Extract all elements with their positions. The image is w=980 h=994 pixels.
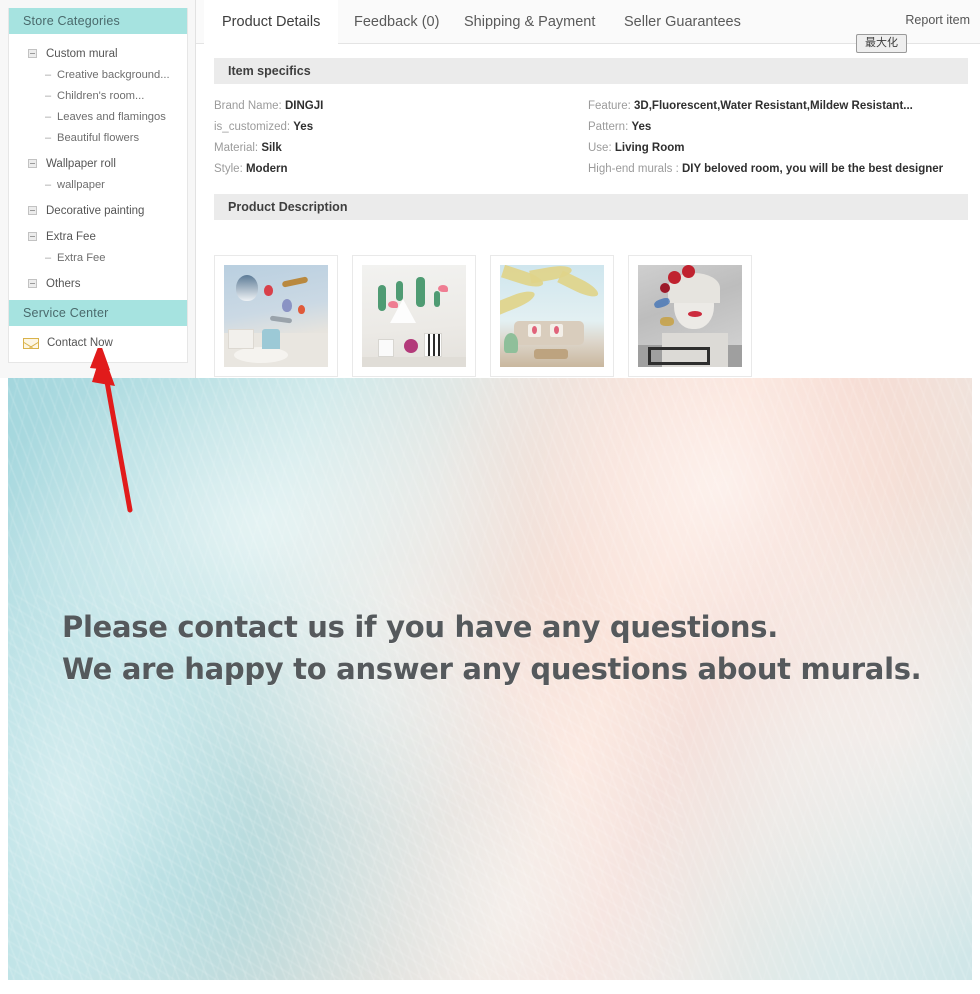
category-label: Extra Fee [46, 230, 96, 243]
tree-collapse-icon[interactable] [28, 232, 37, 241]
tree-dash-icon: – [45, 251, 52, 264]
product-page-top-region: Store Categories Custom mural – Creative… [0, 0, 980, 378]
store-categories-list: Custom mural – Creative background... – … [9, 34, 187, 306]
thumbnail-palm-leaves-living-room[interactable] [490, 255, 614, 377]
item-specifics-right-column: Feature: 3D,Fluorescent,Water Resistant,… [588, 96, 980, 180]
thumbnail-cactus-flamingo[interactable] [352, 255, 476, 377]
spec-value: Modern [245, 163, 288, 175]
tab-seller-guarantees[interactable]: Seller Guarantees [606, 0, 759, 44]
product-content: Product Details Feedback (0) Shipping & … [196, 0, 980, 378]
item-specifics-header: Item specifics [214, 58, 968, 84]
service-center-list: Contact Now [9, 326, 187, 362]
spec-row: Material: Silk [214, 138, 584, 159]
thumbnail-hot-air-balloon-nursery[interactable] [214, 255, 338, 377]
tab-feedback[interactable]: Feedback (0) [336, 0, 457, 44]
spec-value: Yes [631, 121, 652, 133]
category-label: Extra Fee [57, 251, 106, 264]
tab-product-details[interactable]: Product Details [204, 0, 339, 44]
contact-now-button[interactable]: Contact Now [9, 333, 187, 353]
contact-banner: Please contact us if you have any questi… [8, 378, 972, 980]
spec-value: Yes [293, 121, 314, 133]
spec-key: Pattern: [588, 121, 629, 133]
tree-dash-icon: – [45, 131, 52, 144]
spec-key: Feature: [588, 100, 631, 112]
thumbnail-marilyn-monroe[interactable] [628, 255, 752, 377]
category-childrens-room[interactable]: – Children's room... [9, 85, 187, 106]
spec-value: 3D,Fluorescent,Water Resistant,Mildew Re… [634, 100, 913, 112]
category-label: wallpaper [57, 178, 105, 191]
spec-key: is_customized: [214, 121, 291, 133]
page-root: Store Categories Custom mural – Creative… [0, 0, 980, 994]
report-item-link[interactable]: Report item [905, 0, 970, 44]
spec-row: Use: Living Room [588, 138, 980, 159]
category-decorative-painting[interactable]: Decorative painting [9, 200, 187, 221]
store-categories-panel: Store Categories Custom mural – Creative… [8, 8, 188, 307]
tree-dash-icon: – [45, 178, 52, 191]
spec-key: Material: [214, 142, 259, 154]
spec-row: High-end murals : DIY beloved room, you … [588, 159, 980, 180]
tree-dash-icon: – [45, 68, 52, 81]
tree-dash-icon: – [45, 89, 52, 102]
category-wallpaper-roll[interactable]: Wallpaper roll [9, 153, 187, 174]
service-center-panel: Service Center Contact Now [8, 300, 188, 363]
contact-now-label: Contact Now [47, 337, 113, 349]
store-categories-title: Store Categories [9, 8, 187, 34]
tree-collapse-icon[interactable] [28, 49, 37, 58]
spec-key: Brand Name: [214, 100, 282, 112]
thumbnail-image [638, 265, 742, 367]
category-beautiful-flowers[interactable]: – Beautiful flowers [9, 127, 187, 148]
banner-text-block: Please contact us if you have any questi… [62, 606, 922, 690]
spec-row: Brand Name: DINGJI [214, 96, 584, 117]
thumbnail-image [224, 265, 328, 367]
tree-collapse-icon[interactable] [28, 206, 37, 215]
category-label: Custom mural [46, 47, 118, 60]
tab-bar: Product Details Feedback (0) Shipping & … [196, 0, 980, 53]
tree-collapse-icon[interactable] [28, 159, 37, 168]
category-wallpaper[interactable]: – wallpaper [9, 174, 187, 195]
item-specifics-left-column: Brand Name: DINGJI is_customized: Yes Ma… [214, 96, 584, 180]
category-custom-mural[interactable]: Custom mural [9, 43, 187, 64]
tab-shipping-payment[interactable]: Shipping & Payment [446, 0, 613, 44]
tree-collapse-icon[interactable] [28, 279, 37, 288]
category-label: Leaves and flamingos [57, 110, 166, 123]
spec-row: Pattern: Yes [588, 117, 980, 138]
category-others[interactable]: Others [9, 273, 187, 294]
category-label: Others [46, 277, 81, 290]
tree-dash-icon: – [45, 110, 52, 123]
sidebar: Store Categories Custom mural – Creative… [0, 0, 196, 378]
maximize-button[interactable]: 最大化 [856, 34, 907, 53]
spec-key: High-end murals : [588, 163, 679, 175]
category-creative-background[interactable]: – Creative background... [9, 64, 187, 85]
thumbnail-image [362, 265, 466, 367]
category-extra-fee-child[interactable]: – Extra Fee [9, 247, 187, 268]
banner-line-2: We are happy to answer any questions abo… [62, 652, 922, 686]
product-image-gallery [214, 255, 752, 377]
category-extra-fee[interactable]: Extra Fee [9, 226, 187, 247]
category-label: Wallpaper roll [46, 157, 116, 170]
envelope-icon [23, 337, 39, 349]
spec-key: Use: [588, 142, 612, 154]
spec-value: DINGJI [284, 100, 324, 112]
spec-row: Feature: 3D,Fluorescent,Water Resistant,… [588, 96, 980, 117]
category-label: Decorative painting [46, 204, 145, 217]
spec-key: Style: [214, 163, 243, 175]
spec-value: Silk [261, 142, 282, 154]
category-label: Creative background... [57, 68, 170, 81]
spec-value: Living Room [614, 142, 685, 154]
product-description-header: Product Description [214, 194, 968, 220]
service-center-title: Service Center [9, 300, 187, 326]
spec-value: DIY beloved room, you will be the best d… [681, 163, 944, 175]
category-label: Children's room... [57, 89, 145, 102]
banner-line-1: Please contact us if you have any questi… [62, 610, 778, 644]
category-leaves-and-flamingos[interactable]: – Leaves and flamingos [9, 106, 187, 127]
spec-row: Style: Modern [214, 159, 584, 180]
item-specifics-table: Brand Name: DINGJI is_customized: Yes Ma… [214, 96, 980, 180]
thumbnail-image [500, 265, 604, 367]
spec-row: is_customized: Yes [214, 117, 584, 138]
category-label: Beautiful flowers [57, 131, 140, 144]
